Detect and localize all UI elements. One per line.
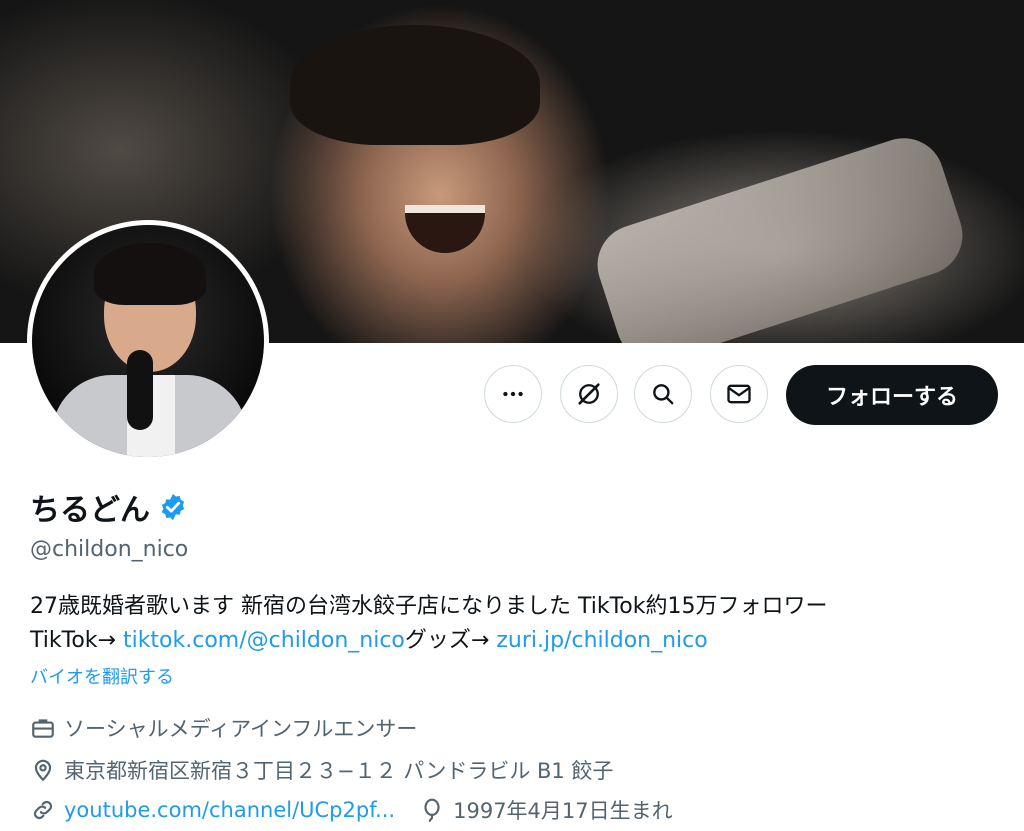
link-icon (33, 800, 53, 820)
avatar-hair (94, 243, 206, 305)
profile-links-row: youtube.com/channel/UCp2pf... 1997年4月17日… (30, 795, 673, 825)
mail-icon (727, 384, 751, 404)
profile-name-row: ちるどん (30, 485, 188, 529)
profile-birthday: 1997年4月17日生まれ (453, 799, 673, 823)
bio-link-goods[interactable]: zuri.jp/childon_nico (496, 628, 707, 653)
profile-category: ソーシャルメディアインフルエンサー (64, 717, 418, 741)
grok-icon (578, 383, 600, 405)
profile-location-row: 東京都新宿区新宿３丁目２３−１２ パンドラビル B1 餃子 (30, 755, 613, 785)
profile-website-link[interactable]: youtube.com/channel/UCp2pf... (64, 798, 395, 822)
location-pin-icon (34, 759, 52, 782)
avatar-photo (32, 225, 264, 457)
profile-handle: @childon_nico (30, 537, 189, 562)
balloon-icon (424, 798, 440, 822)
bio-line-2: TikTok→ tiktok.com/@childon_nicoグッズ→ zur… (30, 624, 1000, 658)
profile-name: ちるどん (30, 493, 150, 528)
more-button[interactable] (484, 365, 542, 423)
search-button[interactable] (634, 365, 692, 423)
grok-button[interactable] (560, 365, 618, 423)
translate-bio-link[interactable]: バイオを翻訳する (30, 663, 174, 689)
profile-category-row: ソーシャルメディアインフルエンサー (30, 713, 417, 743)
profile-location: 東京都新宿区新宿３丁目２３−１２ パンドラビル B1 餃子 (64, 759, 614, 783)
banner-mouth (405, 205, 485, 253)
bio-goods-prefix: グッズ→ (404, 628, 497, 653)
bio-tiktok-prefix: TikTok→ (30, 628, 123, 653)
bio-link-tiktok[interactable]: tiktok.com/@childon_nico (123, 628, 405, 653)
profile-avatar[interactable] (27, 220, 269, 462)
follow-button[interactable]: フォローする (786, 365, 998, 425)
verified-badge-icon[interactable] (158, 492, 188, 522)
avatar-microphone (127, 350, 153, 430)
message-button[interactable] (710, 365, 768, 423)
banner-arm (587, 127, 973, 343)
profile-bio: 27歳既婚者歌います 新宿の台湾水餃子店になりました TikTok約15万フォロ… (30, 590, 1000, 658)
banner-hair (290, 25, 540, 145)
briefcase-icon (32, 719, 54, 738)
bio-line-1: 27歳既婚者歌います 新宿の台湾水餃子店になりました TikTok約15万フォロ… (30, 594, 828, 619)
search-icon (653, 384, 674, 405)
more-icon (503, 391, 523, 397)
